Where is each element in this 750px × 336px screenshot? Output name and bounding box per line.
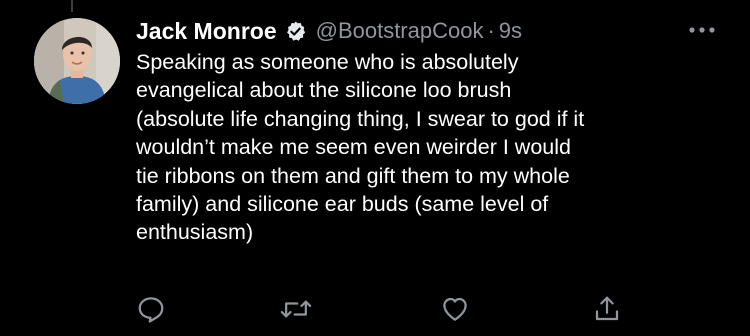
tweet-text-line: wouldn’t make me seem even weirder I wou… <box>136 135 571 160</box>
thread-connector-line <box>71 0 73 12</box>
like-button[interactable] <box>438 292 472 326</box>
tweet-text-line: evangelical about the silicone loo brush <box>136 78 512 103</box>
tweet-text-line: tie ribbons on them and gift them to my … <box>136 163 570 188</box>
tweet-text-line: Speaking as someone who is absolutely <box>136 50 519 74</box>
heart-icon <box>443 297 467 321</box>
reply-button[interactable] <box>134 292 168 326</box>
verified-badge-icon <box>284 20 307 43</box>
tweet-actions-bar <box>0 292 750 332</box>
tweet-timestamp[interactable]: 9s <box>499 18 522 44</box>
retweet-button[interactable] <box>279 292 313 326</box>
tweet-text-line: family) and silicone ear buds (same leve… <box>136 192 549 217</box>
tweet-body: Speaking as someone who is absolutely ev… <box>136 48 736 247</box>
author-avatar[interactable] <box>34 18 120 104</box>
ellipsis-icon <box>689 27 715 33</box>
more-options-button[interactable] <box>684 18 720 42</box>
share-button[interactable] <box>590 292 624 326</box>
avatar-photo-icon <box>34 18 120 104</box>
header-separator: · <box>487 18 495 43</box>
tweet-text-line: enthusiasm) <box>136 220 254 245</box>
tweet-header: Jack Monroe @BootstrapCook · 9s <box>136 14 522 48</box>
tweet-text-line: (absolute life changing thing, I swear t… <box>136 106 585 131</box>
author-handle[interactable]: @BootstrapCook <box>316 18 484 44</box>
reply-icon <box>138 297 164 323</box>
author-name[interactable]: Jack Monroe <box>136 18 277 45</box>
retweet-icon <box>280 300 312 318</box>
share-icon <box>595 296 619 321</box>
